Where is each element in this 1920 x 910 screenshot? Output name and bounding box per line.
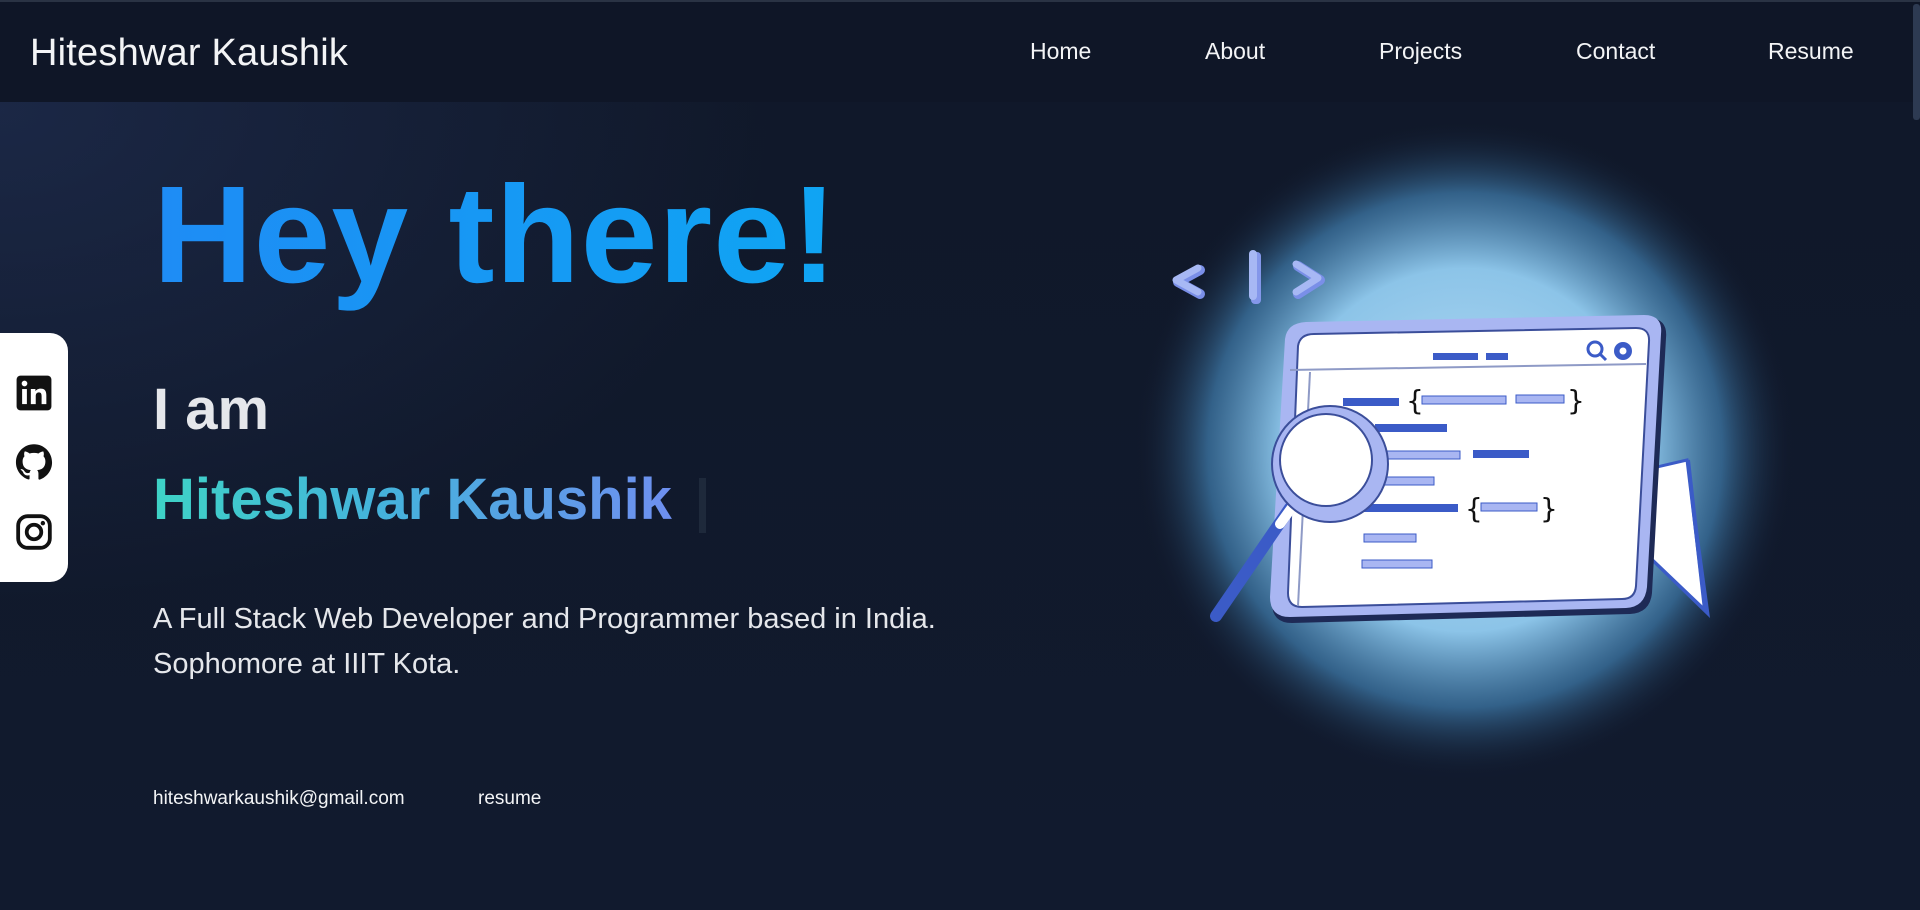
nav-links: Home About Projects Contact Resume	[1000, 38, 1880, 78]
svg-text:}: }	[1567, 384, 1585, 417]
nav-link-about[interactable]: About	[1205, 38, 1265, 65]
code-review-illustration: { } { }	[1130, 120, 1800, 780]
linkedin-icon[interactable]	[15, 374, 53, 412]
nav-link-contact[interactable]: Contact	[1576, 38, 1655, 65]
description-line-2: Sophomore at IIIT Kota.	[153, 648, 461, 680]
navbar: Hiteshwar Kaushik Home About Projects Co…	[0, 2, 1920, 102]
nav-link-home[interactable]: Home	[1030, 38, 1091, 65]
social-sidebar	[0, 333, 68, 582]
hero-description: A Full Stack Web Developer and Programme…	[153, 597, 1053, 687]
nav-link-projects[interactable]: Projects	[1379, 38, 1462, 65]
scrollbar-thumb[interactable]	[1913, 4, 1920, 120]
svg-text:{: {	[1465, 492, 1483, 525]
hero-intro: I am	[153, 377, 270, 442]
svg-text:}: }	[1540, 492, 1558, 525]
typing-cursor	[699, 478, 706, 533]
instagram-icon[interactable]	[15, 513, 53, 551]
hero-greeting: Hey there!	[153, 158, 838, 312]
github-icon[interactable]	[15, 443, 53, 481]
hero-typed-name: Hiteshwar Kaushik	[153, 467, 672, 532]
code-review-illustration-svg: { } { }	[1135, 120, 1795, 780]
email-link[interactable]: hiteshwarkaushik@gmail.com	[153, 788, 405, 810]
svg-text:{: {	[1406, 384, 1424, 417]
description-line-1: A Full Stack Web Developer and Programme…	[153, 603, 936, 635]
resume-link[interactable]: resume	[478, 788, 541, 810]
page: Hiteshwar Kaushik Home About Projects Co…	[0, 0, 1920, 910]
nav-link-resume[interactable]: Resume	[1768, 38, 1854, 65]
brand-name[interactable]: Hiteshwar Kaushik	[30, 32, 348, 75]
